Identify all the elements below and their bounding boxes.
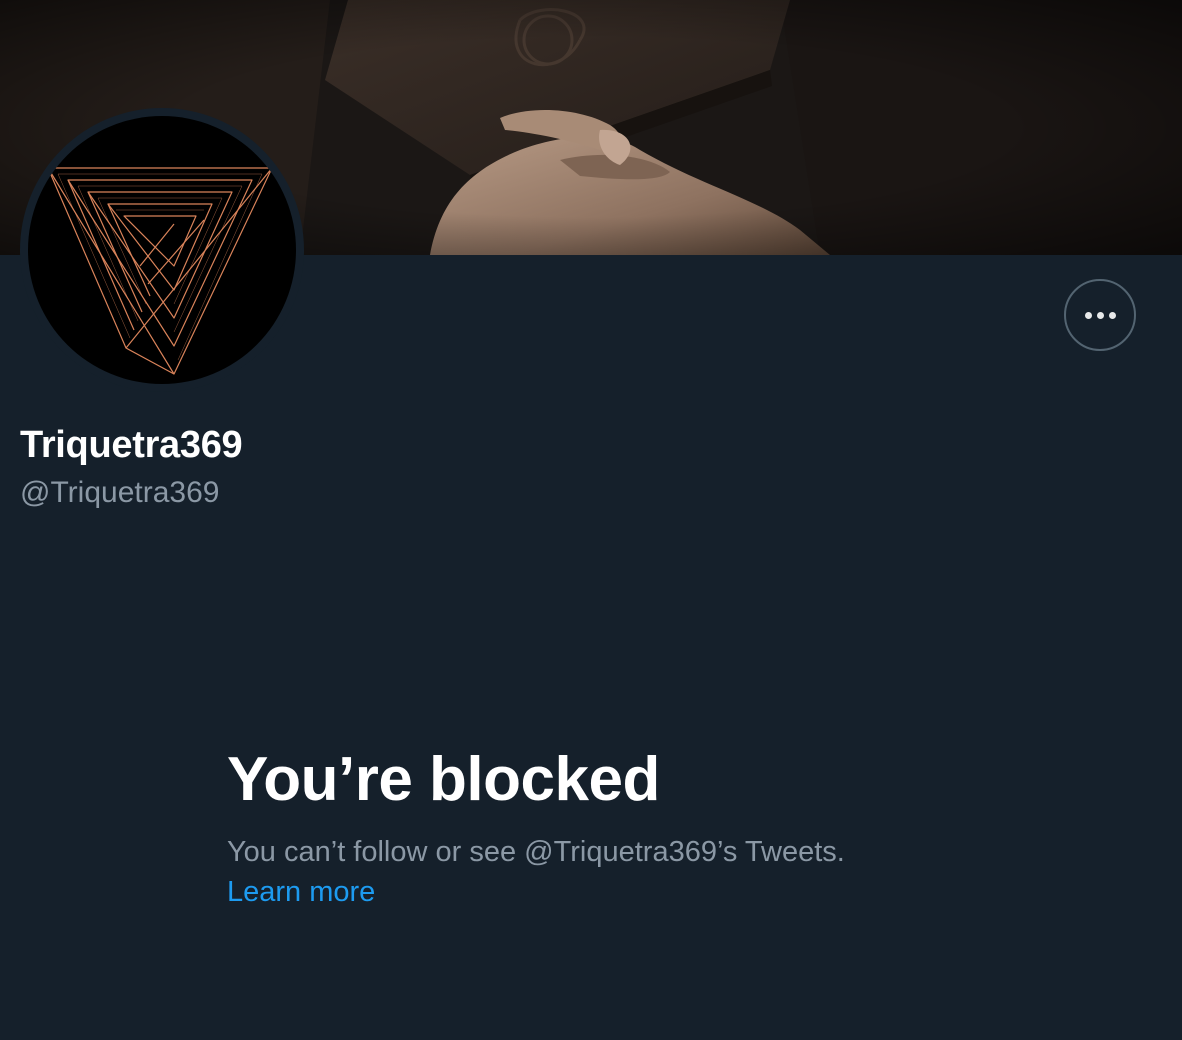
- impossible-triangle-logo-icon: [47, 167, 273, 375]
- learn-more-link[interactable]: Learn more: [227, 876, 375, 909]
- profile-handle: @Triquetra369: [20, 476, 220, 509]
- more-horizontal-icon-dot: [1108, 311, 1116, 319]
- more-options-button[interactable]: [1064, 279, 1136, 351]
- blocked-title: You’re blocked: [227, 745, 660, 814]
- more-horizontal-icon: [1084, 311, 1092, 319]
- avatar[interactable]: [20, 108, 304, 392]
- profile-display-name: Triquetra369: [20, 424, 243, 466]
- avatar-image: [28, 116, 296, 384]
- blocked-message: You can’t follow or see @Triquetra369’s …: [227, 836, 845, 868]
- more-horizontal-icon-dot: [1096, 311, 1104, 319]
